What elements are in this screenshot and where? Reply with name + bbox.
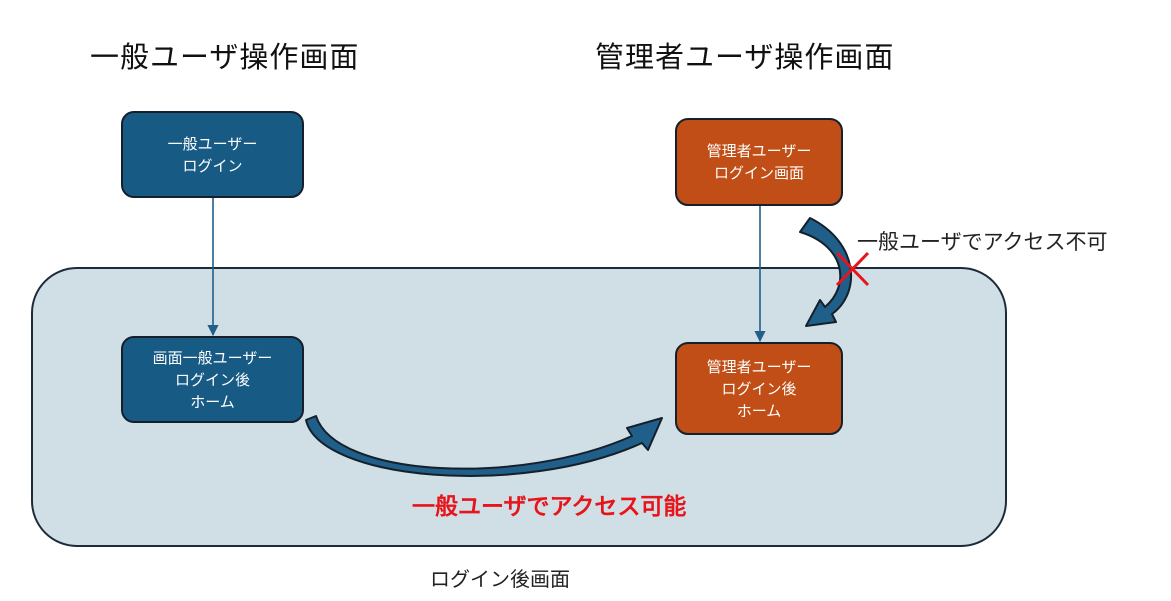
- node-line: ログイン画面: [713, 164, 804, 182]
- admin-user-login-node: 管理者ユーザー ログイン画面: [675, 118, 843, 206]
- node-line: ログイン後: [174, 370, 250, 389]
- denied-curved-arrow: [799, 217, 853, 327]
- general-user-login-node: 一般ユーザー ログイン: [121, 111, 304, 198]
- allowed-curved-arrow: [305, 415, 663, 477]
- node-line: 画面一般ユーザー: [152, 348, 273, 367]
- node-line: 管理者ユーザー: [706, 357, 812, 376]
- access-denied-label: 一般ユーザでアクセス不可: [857, 230, 1108, 254]
- node-line: ホーム: [190, 392, 235, 411]
- node-line: 管理者ユーザー: [706, 142, 812, 160]
- node-line: ログイン: [182, 156, 243, 175]
- node-line: ログイン後: [721, 379, 797, 398]
- diagram-canvas: 一般ユーザ操作画面 管理者ユーザ操作画面 一般ユーザー ログイン 管理者ユーザー…: [0, 0, 1171, 601]
- node-line: 一般ユーザー: [167, 134, 258, 153]
- access-allowed-label: 一般ユーザでアクセス可能: [412, 494, 687, 520]
- node-line: ホーム: [736, 401, 782, 420]
- general-user-home-node: 画面一般ユーザー ログイン後 ホーム: [121, 336, 304, 423]
- admin-user-home-node: 管理者ユーザー ログイン後 ホーム: [675, 342, 843, 435]
- post-login-region-label: ログイン後画面: [430, 567, 570, 591]
